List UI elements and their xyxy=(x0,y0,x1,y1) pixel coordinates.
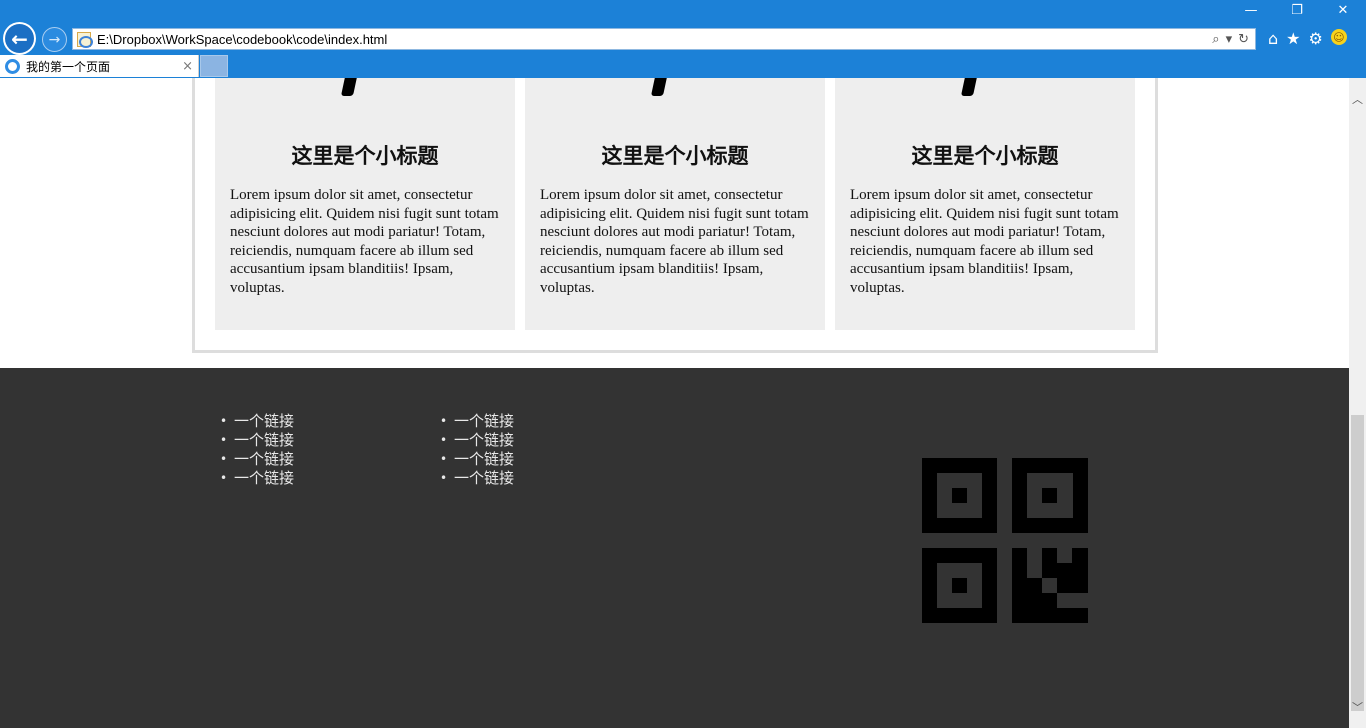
footer-link[interactable]: 一个链接 xyxy=(440,412,514,431)
footer-links-col2: 一个链接 一个链接 一个链接 一个链接 xyxy=(440,412,514,488)
tab-active[interactable]: 我的第一个页面 × xyxy=(0,55,199,77)
dropdown-icon[interactable]: ▾ xyxy=(1226,32,1233,47)
address-bar[interactable]: E:\Dropbox\WorkSpace\codebook\code\index… xyxy=(72,28,1256,50)
footer-link[interactable]: 一个链接 xyxy=(220,431,294,450)
search-icon[interactable]: ⌕ xyxy=(1212,32,1219,47)
star-icon[interactable]: ★ xyxy=(1286,29,1300,48)
new-tab-button[interactable] xyxy=(200,55,228,77)
footer: 一个链接 一个链接 一个链接 一个链接 一个链接 一个链接 一个链接 一个链接 xyxy=(0,368,1349,728)
card-body: Lorem ipsum dolor sit amet, consectetur … xyxy=(540,187,809,296)
qr-code-icon xyxy=(922,458,1088,623)
footer-link[interactable]: 一个链接 xyxy=(220,450,294,469)
footer-link[interactable]: 一个链接 xyxy=(440,469,514,488)
footer-link[interactable]: 一个链接 xyxy=(440,450,514,469)
vertical-scrollbar[interactable]: ︿ ﹀ xyxy=(1349,78,1366,728)
card-title: 这里是个小标题 xyxy=(911,143,1059,168)
back-button[interactable]: ← xyxy=(3,22,36,55)
restore-button[interactable]: ❐ xyxy=(1274,0,1320,20)
footer-links-col1: 一个链接 一个链接 一个链接 一个链接 xyxy=(220,412,294,488)
footer-link[interactable]: 一个链接 xyxy=(440,431,514,450)
forward-arrow-icon: → xyxy=(48,31,61,48)
browser-toolbar: ⌂ ★ ⚙ ☺ xyxy=(1268,29,1347,48)
refresh-icon[interactable]: ↻ xyxy=(1238,32,1249,47)
card-body: Lorem ipsum dolor sit amet, consectetur … xyxy=(850,187,1119,296)
card-image-fragment xyxy=(340,78,362,96)
forward-button[interactable]: → xyxy=(42,27,67,52)
footer-link[interactable]: 一个链接 xyxy=(220,412,294,431)
page-icon xyxy=(77,31,93,48)
address-tools: ⌕ ▾ ↻ xyxy=(1212,32,1255,47)
back-arrow-icon: ← xyxy=(5,24,34,53)
page-viewport: 这里是个小标题 Lorem ipsum dolor sit amet, cons… xyxy=(0,78,1349,728)
tab-title: 我的第一个页面 xyxy=(26,59,111,74)
minimize-button[interactable]: — xyxy=(1228,0,1274,20)
card-image-fragment xyxy=(650,78,672,96)
address-url[interactable]: E:\Dropbox\WorkSpace\codebook\code\index… xyxy=(97,32,1212,47)
scrollbar-thumb[interactable] xyxy=(1351,415,1364,711)
scroll-down-arrow-icon[interactable]: ﹀ xyxy=(1349,698,1366,715)
card-body: Lorem ipsum dolor sit amet, consectetur … xyxy=(230,187,499,296)
ie-icon xyxy=(5,58,20,74)
close-tab-icon[interactable]: × xyxy=(182,59,193,74)
card-image-fragment xyxy=(960,78,982,96)
feature-card: 这里是个小标题 Lorem ipsum dolor sit amet, cons… xyxy=(525,78,825,330)
window-controls: — ❐ ✕ xyxy=(1228,0,1366,20)
card-title: 这里是个小标题 xyxy=(601,143,749,168)
card-title: 这里是个小标题 xyxy=(291,143,439,168)
scroll-up-arrow-icon[interactable]: ︿ xyxy=(1349,90,1366,107)
close-window-button[interactable]: ✕ xyxy=(1320,0,1366,20)
browser-chrome: — ❐ ✕ ← → E:\Dropbox\WorkSpace\codebook\… xyxy=(0,0,1366,78)
gear-icon[interactable]: ⚙ xyxy=(1309,29,1323,48)
feature-card: 这里是个小标题 Lorem ipsum dolor sit amet, cons… xyxy=(835,78,1135,330)
home-icon[interactable]: ⌂ xyxy=(1268,29,1278,48)
smiley-icon[interactable]: ☺ xyxy=(1330,29,1347,45)
feature-card: 这里是个小标题 Lorem ipsum dolor sit amet, cons… xyxy=(215,78,515,330)
footer-link[interactable]: 一个链接 xyxy=(220,469,294,488)
